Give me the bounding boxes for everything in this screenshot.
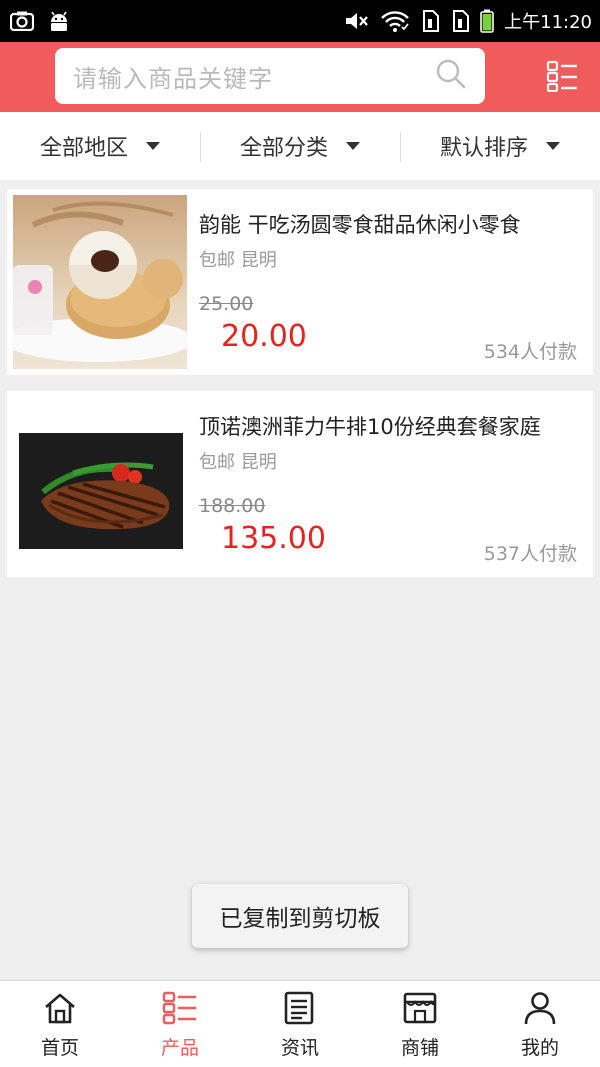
home-icon xyxy=(42,991,78,1029)
product-sold-count: 534人付款 xyxy=(483,341,577,363)
nav-item-news[interactable]: 资讯 xyxy=(240,981,360,1067)
product-card[interactable]: 韵能 干吃汤圆零食甜品休闲小零食 包邮 昆明 25.00 20.00 534人付… xyxy=(7,189,593,375)
nav-label: 产品 xyxy=(160,1037,199,1059)
product-price: 20.00 xyxy=(221,319,307,354)
filter-bar: 全部地区 全部分类 默认排序 xyxy=(0,112,600,180)
product-list-icon xyxy=(162,991,198,1029)
shop-icon xyxy=(402,991,438,1029)
search-input[interactable]: 请输入商品关键字 xyxy=(55,48,485,104)
grid-list-icon xyxy=(546,60,578,96)
filter-label: 全部地区 xyxy=(39,136,128,161)
filter-label: 全部分类 xyxy=(239,136,328,161)
product-sold-count: 537人付款 xyxy=(483,543,577,565)
filter-category[interactable]: 全部分类 xyxy=(200,112,400,180)
product-original-price: 25.00 xyxy=(199,293,254,315)
status-bar: 上午11:20 xyxy=(0,0,600,42)
screenshot-icon xyxy=(10,11,34,31)
category-menu-button[interactable] xyxy=(540,59,584,97)
nav-item-products[interactable]: 产品 xyxy=(120,981,240,1067)
filter-region[interactable]: 全部地区 xyxy=(0,112,200,180)
top-header: 请输入商品关键字 xyxy=(0,42,600,112)
product-card[interactable]: 顶诺澳洲菲力牛排10份经典套餐家庭 包邮 昆明 188.00 135.00 53… xyxy=(7,391,593,577)
product-title: 顶诺澳洲菲力牛排10份经典套餐家庭 xyxy=(199,415,541,439)
nav-item-me[interactable]: 我的 xyxy=(480,981,600,1067)
nav-label: 我的 xyxy=(520,1037,559,1059)
nav-item-shop[interactable]: 商铺 xyxy=(360,981,480,1067)
wifi-icon xyxy=(380,9,410,33)
sim2-icon xyxy=(450,9,470,33)
search-placeholder: 请输入商品关键字 xyxy=(73,64,273,93)
filter-label: 默认排序 xyxy=(439,136,528,161)
bottom-nav: 首页 产品 资讯 商铺 我的 xyxy=(0,980,600,1067)
product-image xyxy=(13,397,187,571)
caret-down-icon xyxy=(546,142,560,150)
product-price: 135.00 xyxy=(221,521,326,556)
search-icon[interactable] xyxy=(435,58,467,94)
product-tags: 包邮 昆明 xyxy=(199,452,277,473)
product-tags: 包邮 昆明 xyxy=(199,250,277,271)
product-image xyxy=(13,195,187,369)
nav-label: 商铺 xyxy=(400,1037,439,1059)
nav-label: 资讯 xyxy=(280,1037,319,1059)
product-title: 韵能 干吃汤圆零食甜品休闲小零食 xyxy=(199,213,521,237)
caret-down-icon xyxy=(146,142,160,150)
battery-icon xyxy=(480,9,494,33)
android-icon xyxy=(48,10,70,32)
sim1-icon xyxy=(420,9,440,33)
toast-message: 已复制到剪切板 xyxy=(192,884,408,948)
filter-sort[interactable]: 默认排序 xyxy=(400,112,600,180)
mute-icon xyxy=(344,10,370,32)
nav-label: 首页 xyxy=(40,1037,79,1059)
nav-item-home[interactable]: 首页 xyxy=(0,981,120,1067)
status-time: 上午11:20 xyxy=(504,12,592,33)
user-icon xyxy=(522,991,558,1029)
caret-down-icon xyxy=(346,142,360,150)
news-icon xyxy=(282,991,318,1029)
product-original-price: 188.00 xyxy=(199,495,266,517)
